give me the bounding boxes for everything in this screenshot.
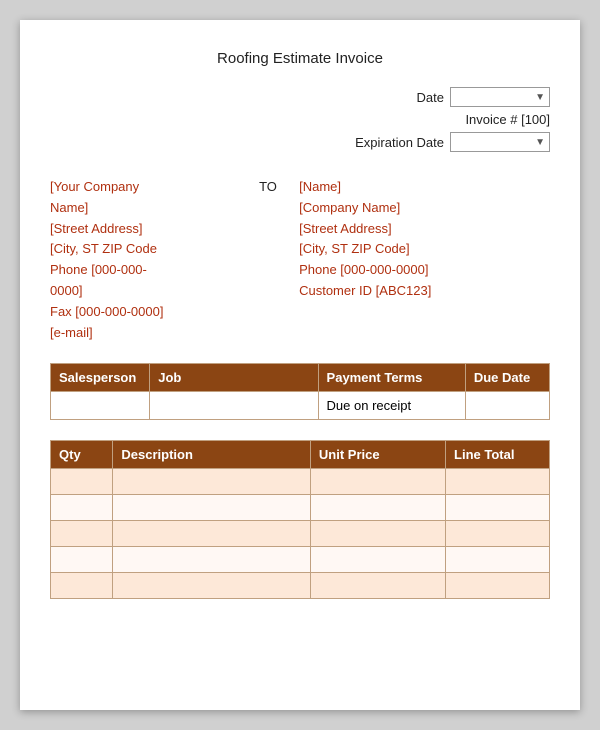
to-label: TO <box>259 177 299 343</box>
date-label: Date <box>417 90 444 105</box>
qty-cell-1[interactable] <box>51 495 113 521</box>
due-date-cell[interactable] <box>465 392 549 420</box>
items-row-0 <box>51 469 550 495</box>
items-row-1 <box>51 495 550 521</box>
header-due-date: Due Date <box>465 364 549 392</box>
from-line7: Fax [000-000-0000] <box>50 302 259 323</box>
expiration-row: Expiration Date ▼ <box>355 132 550 152</box>
date-row: Date ▼ <box>417 87 550 107</box>
address-section: [Your Company Name] [Street Address] [Ci… <box>50 177 550 343</box>
invoice-page: Roofing Estimate Invoice Date ▼ Invoice … <box>20 20 580 710</box>
header-payment-terms: Payment Terms <box>318 364 465 392</box>
from-line6: 0000] <box>50 281 259 302</box>
sales-header-row: Salesperson Job Payment Terms Due Date <box>51 364 550 392</box>
to-line4: [City, ST ZIP Code] <box>299 239 550 260</box>
unit-cell-3[interactable] <box>310 547 445 573</box>
header-job: Job <box>150 364 318 392</box>
expiration-dropdown-arrow: ▼ <box>535 137 545 148</box>
total-cell-0[interactable] <box>446 469 550 495</box>
items-table: Qty Description Unit Price Line Total <box>50 440 550 599</box>
expiration-label: Expiration Date <box>355 135 444 150</box>
job-cell[interactable] <box>150 392 318 420</box>
unit-cell-4[interactable] <box>310 573 445 599</box>
to-line5: Phone [000-000-0000] <box>299 260 550 281</box>
items-row-2 <box>51 521 550 547</box>
unit-cell-2[interactable] <box>310 521 445 547</box>
to-address: [Name] [Company Name] [Street Address] [… <box>299 177 550 343</box>
salesperson-cell[interactable] <box>51 392 150 420</box>
document-title: Roofing Estimate Invoice <box>50 50 550 67</box>
to-line3: [Street Address] <box>299 219 550 240</box>
to-line2: [Company Name] <box>299 198 550 219</box>
from-line3: [Street Address] <box>50 219 259 240</box>
from-line5: Phone [000-000- <box>50 260 259 281</box>
total-cell-4[interactable] <box>446 573 550 599</box>
header-unit-price: Unit Price <box>310 441 445 469</box>
total-cell-3[interactable] <box>446 547 550 573</box>
qty-cell-2[interactable] <box>51 521 113 547</box>
header-salesperson: Salesperson <box>51 364 150 392</box>
desc-cell-0[interactable] <box>113 469 311 495</box>
unit-cell-1[interactable] <box>310 495 445 521</box>
from-address: [Your Company Name] [Street Address] [Ci… <box>50 177 259 343</box>
header-description: Description <box>113 441 311 469</box>
date-dropdown-arrow: ▼ <box>535 92 545 103</box>
items-row-4 <box>51 573 550 599</box>
to-line1: [Name] <box>299 177 550 198</box>
date-field[interactable]: ▼ <box>450 87 550 107</box>
from-line1: [Your Company <box>50 177 259 198</box>
header-qty: Qty <box>51 441 113 469</box>
items-header-row: Qty Description Unit Price Line Total <box>51 441 550 469</box>
total-cell-2[interactable] <box>446 521 550 547</box>
total-cell-1[interactable] <box>446 495 550 521</box>
to-line6: Customer ID [ABC123] <box>299 281 550 302</box>
expiration-field[interactable]: ▼ <box>450 132 550 152</box>
qty-cell-0[interactable] <box>51 469 113 495</box>
invoice-number: Invoice # [100] <box>465 112 550 127</box>
desc-cell-1[interactable] <box>113 495 311 521</box>
header-line-total: Line Total <box>446 441 550 469</box>
sales-data-row: Due on receipt <box>51 392 550 420</box>
desc-cell-4[interactable] <box>113 573 311 599</box>
qty-cell-3[interactable] <box>51 547 113 573</box>
unit-cell-0[interactable] <box>310 469 445 495</box>
payment-terms-cell[interactable]: Due on receipt <box>318 392 465 420</box>
from-line4: [City, ST ZIP Code <box>50 239 259 260</box>
desc-cell-2[interactable] <box>113 521 311 547</box>
desc-cell-3[interactable] <box>113 547 311 573</box>
sales-table: Salesperson Job Payment Terms Due Date D… <box>50 363 550 420</box>
from-line8: [e-mail] <box>50 323 259 344</box>
items-row-3 <box>51 547 550 573</box>
qty-cell-4[interactable] <box>51 573 113 599</box>
header-right: Date ▼ Invoice # [100] Expiration Date ▼ <box>50 87 550 157</box>
from-line2: Name] <box>50 198 259 219</box>
